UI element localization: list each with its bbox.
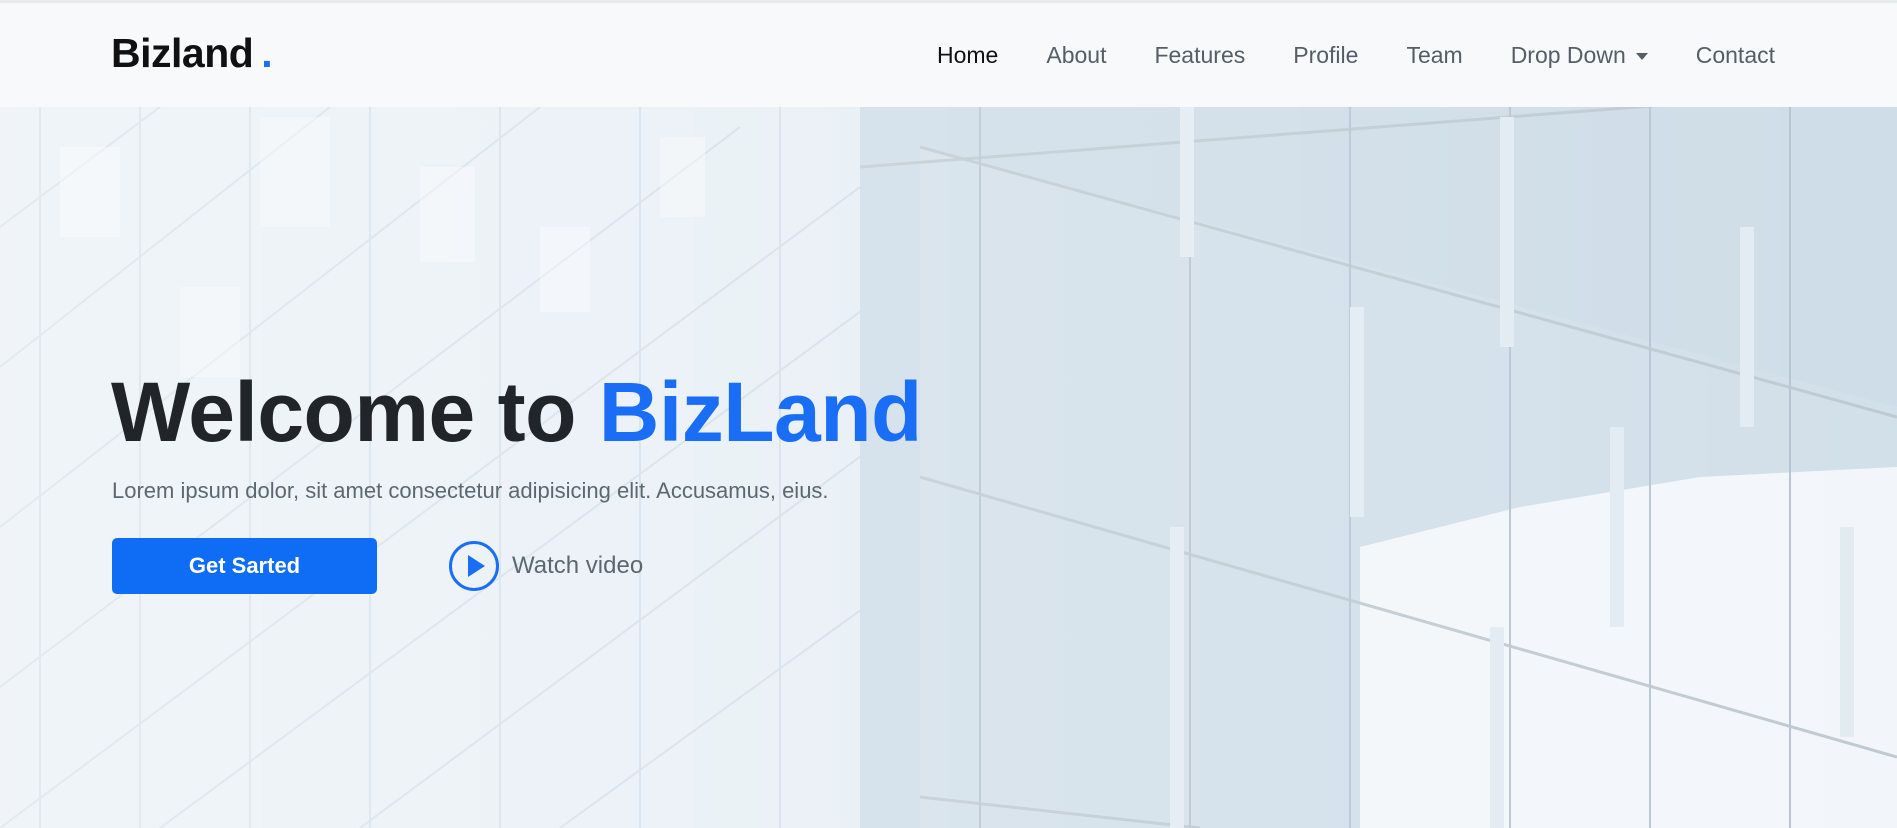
logo-text: Bizland xyxy=(111,30,254,76)
site-header: Bizland. Home About Features Profile Tea… xyxy=(0,0,1897,107)
caret-down-icon xyxy=(1635,52,1648,60)
nav-item-profile[interactable]: Profile xyxy=(1293,42,1358,69)
hero-subtitle: Lorem ipsum dolor, sit amet consectetur … xyxy=(112,478,829,503)
nav-item-dropdown[interactable]: Drop Down xyxy=(1511,42,1648,69)
nav-item-label: About xyxy=(1046,41,1107,68)
main-nav: Home About Features Profile Team Drop Do… xyxy=(889,3,1775,107)
nav-item-contact[interactable]: Contact xyxy=(1696,42,1775,69)
hero-title-accent: BizLand xyxy=(598,365,923,459)
nav-item-home[interactable]: Home xyxy=(937,42,998,69)
nav-item-features[interactable]: Features xyxy=(1154,42,1245,69)
site-logo[interactable]: Bizland. xyxy=(111,30,273,76)
nav-item-team[interactable]: Team xyxy=(1406,42,1462,69)
nav-item-label: Profile xyxy=(1293,41,1359,68)
nav-item-label: Contact xyxy=(1695,41,1775,68)
watch-video-label: Watch video xyxy=(512,552,644,579)
nav-item-label: Drop Down xyxy=(1510,41,1626,68)
watch-video-link[interactable]: Watch video xyxy=(448,538,643,594)
hero-title-prefix: Welcome to xyxy=(111,365,599,459)
nav-item-label: Team xyxy=(1406,41,1463,68)
page: Bizland. Home About Features Profile Tea… xyxy=(0,0,1897,828)
nav-item-about[interactable]: About xyxy=(1046,42,1106,69)
nav-item-label: Features xyxy=(1154,41,1246,68)
play-circle-icon[interactable] xyxy=(448,540,500,592)
hero-section xyxy=(0,107,1897,828)
nav-item-label: Home xyxy=(937,41,999,68)
building-background-image xyxy=(0,107,1897,828)
get-started-button[interactable]: Get Sarted xyxy=(112,538,377,594)
logo-dot: . xyxy=(261,30,273,76)
hero-title: Welcome to BizLand xyxy=(111,370,922,454)
